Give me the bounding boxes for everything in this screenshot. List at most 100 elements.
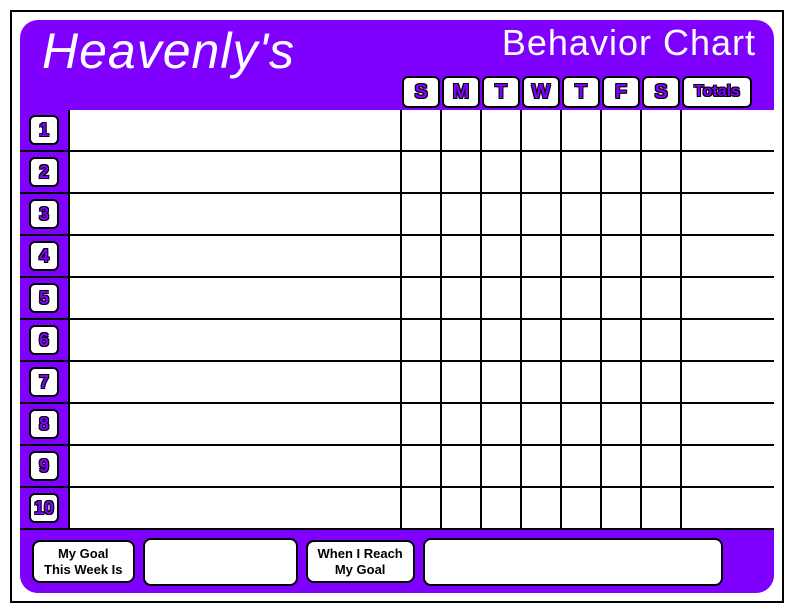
day-cell[interactable] bbox=[402, 110, 442, 150]
outer-frame: Heavenly's Behavior Chart S M T W T F S … bbox=[10, 10, 784, 603]
total-cell[interactable] bbox=[682, 110, 774, 150]
day-cell[interactable] bbox=[482, 446, 522, 486]
day-cell[interactable] bbox=[562, 278, 602, 318]
day-cell[interactable] bbox=[482, 488, 522, 528]
day-cell[interactable] bbox=[522, 110, 562, 150]
day-cell[interactable] bbox=[642, 110, 682, 150]
day-cell[interactable] bbox=[642, 152, 682, 192]
day-cell[interactable] bbox=[562, 236, 602, 276]
day-cell[interactable] bbox=[642, 488, 682, 528]
day-cell[interactable] bbox=[602, 404, 642, 444]
day-cell[interactable] bbox=[562, 404, 602, 444]
day-cell[interactable] bbox=[442, 194, 482, 234]
total-cell[interactable] bbox=[682, 362, 774, 402]
day-cell[interactable] bbox=[602, 320, 642, 360]
day-cell[interactable] bbox=[402, 488, 442, 528]
day-cell[interactable] bbox=[482, 278, 522, 318]
day-cell[interactable] bbox=[642, 362, 682, 402]
task-cell[interactable] bbox=[70, 320, 402, 360]
total-cell[interactable] bbox=[682, 152, 774, 192]
day-cell[interactable] bbox=[522, 236, 562, 276]
day-cell[interactable] bbox=[522, 320, 562, 360]
total-cell[interactable] bbox=[682, 194, 774, 234]
day-cell[interactable] bbox=[522, 446, 562, 486]
row-number: 10 bbox=[29, 493, 59, 523]
total-cell[interactable] bbox=[682, 488, 774, 528]
task-cell[interactable] bbox=[70, 362, 402, 402]
day-cell[interactable] bbox=[642, 404, 682, 444]
day-cell[interactable] bbox=[562, 362, 602, 402]
day-cell[interactable] bbox=[602, 110, 642, 150]
day-cell[interactable] bbox=[482, 194, 522, 234]
table-row: 4 bbox=[20, 236, 774, 278]
task-cell[interactable] bbox=[70, 488, 402, 528]
day-cell[interactable] bbox=[442, 446, 482, 486]
day-cell[interactable] bbox=[522, 404, 562, 444]
goal-week-box[interactable] bbox=[143, 538, 298, 586]
day-cell[interactable] bbox=[442, 362, 482, 402]
day-cell[interactable] bbox=[522, 488, 562, 528]
day-cell[interactable] bbox=[562, 110, 602, 150]
task-cell[interactable] bbox=[70, 404, 402, 444]
day-cell[interactable] bbox=[482, 236, 522, 276]
total-cell[interactable] bbox=[682, 446, 774, 486]
task-cell[interactable] bbox=[70, 236, 402, 276]
row-num-area: 2 bbox=[20, 152, 70, 192]
day-cell[interactable] bbox=[442, 152, 482, 192]
task-cell[interactable] bbox=[70, 194, 402, 234]
day-cell[interactable] bbox=[642, 320, 682, 360]
day-cell[interactable] bbox=[482, 362, 522, 402]
day-cell[interactable] bbox=[442, 110, 482, 150]
total-cell[interactable] bbox=[682, 320, 774, 360]
day-cell[interactable] bbox=[642, 446, 682, 486]
day-cell[interactable] bbox=[642, 236, 682, 276]
day-cell[interactable] bbox=[402, 362, 442, 402]
day-cell[interactable] bbox=[442, 320, 482, 360]
day-header-fri: F bbox=[602, 76, 640, 108]
day-cell[interactable] bbox=[442, 404, 482, 444]
day-cell[interactable] bbox=[402, 320, 442, 360]
total-cell[interactable] bbox=[682, 236, 774, 276]
day-cell[interactable] bbox=[442, 236, 482, 276]
day-cell[interactable] bbox=[522, 152, 562, 192]
day-cell[interactable] bbox=[482, 320, 522, 360]
day-cell[interactable] bbox=[402, 278, 442, 318]
day-cell[interactable] bbox=[602, 278, 642, 318]
day-cell[interactable] bbox=[522, 278, 562, 318]
day-cell[interactable] bbox=[402, 152, 442, 192]
total-cell[interactable] bbox=[682, 404, 774, 444]
day-cell[interactable] bbox=[642, 278, 682, 318]
day-cell[interactable] bbox=[602, 194, 642, 234]
day-cell[interactable] bbox=[602, 446, 642, 486]
day-cell[interactable] bbox=[602, 362, 642, 402]
day-cell[interactable] bbox=[562, 488, 602, 528]
reach-goal-box[interactable] bbox=[423, 538, 723, 586]
day-cell[interactable] bbox=[522, 362, 562, 402]
day-cell[interactable] bbox=[562, 152, 602, 192]
day-cell[interactable] bbox=[482, 110, 522, 150]
task-cell[interactable] bbox=[70, 152, 402, 192]
day-cell[interactable] bbox=[562, 320, 602, 360]
header: Heavenly's Behavior Chart S M T W T F S … bbox=[20, 20, 774, 110]
day-cell[interactable] bbox=[482, 404, 522, 444]
task-cell[interactable] bbox=[70, 110, 402, 150]
row-num-area: 4 bbox=[20, 236, 70, 276]
row-number: 7 bbox=[29, 367, 59, 397]
day-cell[interactable] bbox=[602, 236, 642, 276]
day-cell[interactable] bbox=[562, 194, 602, 234]
total-cell[interactable] bbox=[682, 278, 774, 318]
task-cell[interactable] bbox=[70, 446, 402, 486]
day-cell[interactable] bbox=[522, 194, 562, 234]
day-cell[interactable] bbox=[602, 152, 642, 192]
day-cell[interactable] bbox=[442, 488, 482, 528]
day-cell[interactable] bbox=[442, 278, 482, 318]
day-cell[interactable] bbox=[402, 236, 442, 276]
day-cell[interactable] bbox=[482, 152, 522, 192]
day-cell[interactable] bbox=[562, 446, 602, 486]
task-cell[interactable] bbox=[70, 278, 402, 318]
day-cell[interactable] bbox=[402, 194, 442, 234]
day-cell[interactable] bbox=[402, 404, 442, 444]
day-cell[interactable] bbox=[602, 488, 642, 528]
day-cell[interactable] bbox=[402, 446, 442, 486]
day-cell[interactable] bbox=[642, 194, 682, 234]
